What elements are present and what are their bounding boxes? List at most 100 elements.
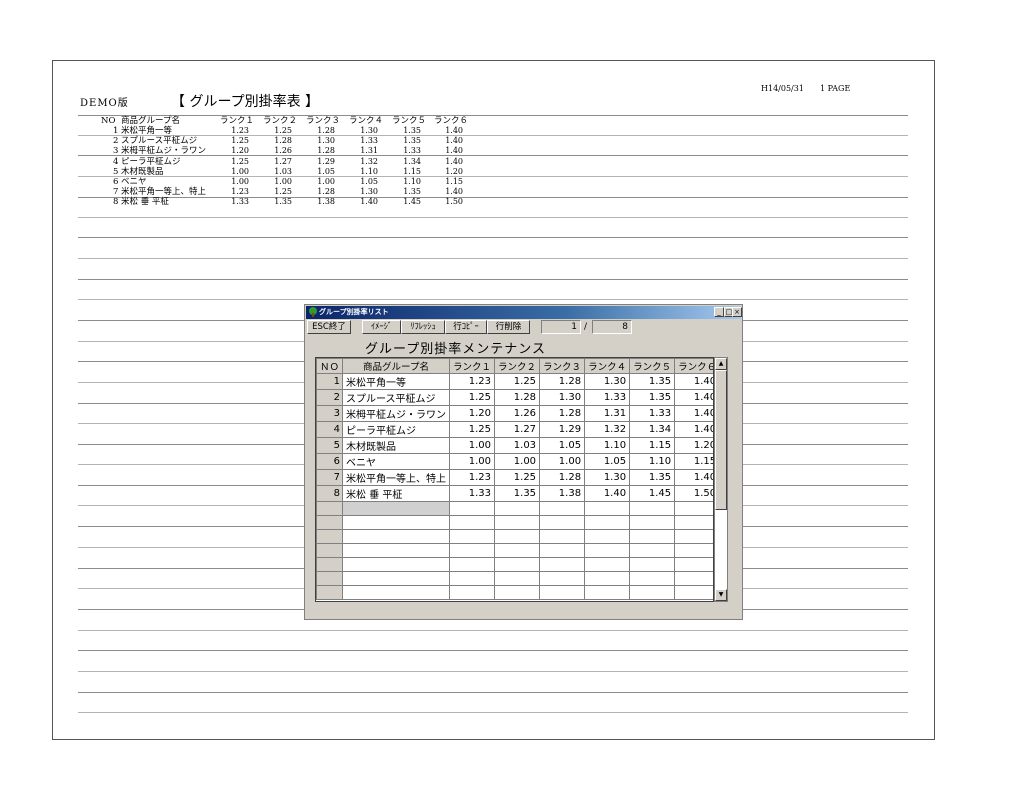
grid-empty-cell[interactable] <box>449 543 496 558</box>
minimize-button[interactable]: _ <box>714 307 724 317</box>
grid-cell-rank[interactable]: 1.25 <box>449 389 496 406</box>
scroll-thumb[interactable] <box>715 370 727 510</box>
current-page-field[interactable]: 1 <box>541 320 581 334</box>
grid-cell-rank[interactable]: 1.05 <box>539 437 586 454</box>
grid-empty-cell[interactable] <box>674 543 713 558</box>
grid-cell-rank[interactable]: 1.35 <box>629 389 676 406</box>
grid-empty-cell[interactable] <box>674 501 713 516</box>
grid-cell-rank[interactable]: 1.00 <box>494 453 541 470</box>
grid-empty-cell[interactable] <box>494 585 541 600</box>
grid-cell-name[interactable]: 米松 垂 平柾 <box>342 485 451 502</box>
grid-empty-cell[interactable] <box>342 585 451 600</box>
grid-empty-cell[interactable] <box>539 585 586 600</box>
grid-empty-cell[interactable] <box>316 543 344 558</box>
grid-empty-cell[interactable] <box>629 515 676 530</box>
grid-empty-cell[interactable] <box>584 585 631 600</box>
grid-cell-rank[interactable]: 1.20 <box>449 405 496 422</box>
grid-cell-rank[interactable]: 1.30 <box>584 373 631 390</box>
grid-cell-rank[interactable]: 1.40 <box>584 485 631 502</box>
grid-cell-name[interactable]: 米松平角一等上、特上 <box>342 469 451 486</box>
grid-header-no[interactable]: ＮＯ <box>316 358 344 374</box>
grid-empty-cell[interactable] <box>494 543 541 558</box>
grid-cell-rank[interactable]: 1.28 <box>539 405 586 422</box>
grid-cell-rank[interactable]: 1.10 <box>629 453 676 470</box>
grid-cell-rank[interactable]: 1.23 <box>449 373 496 390</box>
grid-cell-name[interactable]: ピーラ平柾ムジ <box>342 421 451 438</box>
grid-cell-rank[interactable]: 1.33 <box>629 405 676 422</box>
grid-cell-rank[interactable]: 1.33 <box>584 389 631 406</box>
grid-row-no[interactable]: 5 <box>316 437 344 454</box>
grid-empty-cell[interactable] <box>316 585 344 600</box>
grid-empty-cell[interactable] <box>584 557 631 572</box>
grid-empty-cell[interactable] <box>674 557 713 572</box>
grid-empty-row[interactable] <box>316 585 713 600</box>
grid-cell-rank[interactable]: 1.03 <box>494 437 541 454</box>
grid-cell-rank[interactable]: 1.26 <box>494 405 541 422</box>
grid-empty-cell[interactable] <box>494 571 541 586</box>
grid-cell-rank[interactable]: 1.15 <box>674 453 713 470</box>
grid-empty-cell[interactable] <box>539 571 586 586</box>
row-copy-button[interactable]: 行ｺﾋﾟｰ <box>445 320 487 334</box>
grid-header-rank[interactable]: ランク１ <box>449 358 496 374</box>
grid-empty-cell[interactable] <box>539 529 586 544</box>
grid-header-rank[interactable]: ランク２ <box>494 358 541 374</box>
grid-empty-cell[interactable] <box>342 557 451 572</box>
grid-empty-cell[interactable] <box>316 529 344 544</box>
grid-cell-rank[interactable]: 1.30 <box>584 469 631 486</box>
grid-row-no[interactable]: 2 <box>316 389 344 406</box>
grid-cell-rank[interactable]: 1.40 <box>674 421 713 438</box>
grid-empty-cell[interactable] <box>674 571 713 586</box>
grid-empty-cell[interactable] <box>674 529 713 544</box>
grid-empty-cell[interactable] <box>449 571 496 586</box>
grid-empty-cell[interactable] <box>449 529 496 544</box>
grid-empty-cell[interactable] <box>584 543 631 558</box>
grid-empty-row[interactable] <box>316 501 713 516</box>
grid-empty-cell[interactable] <box>584 515 631 530</box>
grid-header-rank[interactable]: ランク４ <box>584 358 631 374</box>
grid-empty-cell[interactable] <box>316 501 344 516</box>
grid-cell-rank[interactable]: 1.27 <box>494 421 541 438</box>
grid-row-no[interactable]: 7 <box>316 469 344 486</box>
grid-cell-rank[interactable]: 1.28 <box>494 389 541 406</box>
grid-cell-rank[interactable]: 1.15 <box>629 437 676 454</box>
grid-cell-name[interactable]: ベニヤ <box>342 453 451 470</box>
grid-empty-cell[interactable] <box>494 557 541 572</box>
scroll-up-icon[interactable]: ▲ <box>715 358 727 370</box>
grid-empty-cell[interactable] <box>629 529 676 544</box>
grid-empty-cell[interactable] <box>342 515 451 530</box>
grid-empty-cell[interactable] <box>584 571 631 586</box>
grid-header-name[interactable]: 商品グループ名 <box>342 358 451 374</box>
grid-cell-rank[interactable]: 1.29 <box>539 421 586 438</box>
grid-cell-rank[interactable]: 1.25 <box>494 469 541 486</box>
grid-cell-name[interactable]: 米松平角一等 <box>342 373 451 390</box>
vertical-scrollbar[interactable]: ▲ ▼ <box>714 357 728 602</box>
group-rate-list-window[interactable]: グループ別掛率リスト _ □ × ESC終了 ｲﾒｰｼﾞ ﾘﾌﾚｯｼｭ 行ｺﾋﾟ… <box>304 304 743 620</box>
grid-cell-rank[interactable]: 1.38 <box>539 485 586 502</box>
grid-cell-rank[interactable]: 1.40 <box>674 405 713 422</box>
grid-empty-row[interactable] <box>316 543 713 558</box>
grid-empty-cell[interactable] <box>629 585 676 600</box>
grid-empty-cell[interactable] <box>342 543 451 558</box>
refresh-button[interactable]: ﾘﾌﾚｯｼｭ <box>401 320 445 334</box>
grid-empty-cell[interactable] <box>316 515 344 530</box>
grid-cell-rank[interactable]: 1.35 <box>629 469 676 486</box>
grid-cell-rank[interactable]: 1.28 <box>539 469 586 486</box>
grid-cell-rank[interactable]: 1.45 <box>629 485 676 502</box>
grid-empty-cell[interactable] <box>629 571 676 586</box>
grid-cell-rank[interactable]: 1.35 <box>629 373 676 390</box>
grid-cell-name[interactable]: スプルース平柾ムジ <box>342 389 451 406</box>
grid-cell-name[interactable]: 木材既製品 <box>342 437 451 454</box>
grid-cell-rank[interactable]: 1.23 <box>449 469 496 486</box>
grid-cell-rank[interactable]: 1.00 <box>449 453 496 470</box>
grid-empty-cell[interactable] <box>539 515 586 530</box>
grid-empty-cell[interactable] <box>316 571 344 586</box>
grid-row-no[interactable]: 8 <box>316 485 344 502</box>
grid-cell-rank[interactable]: 1.05 <box>584 453 631 470</box>
grid-row[interactable]: 7 米松平角一等上、特上 1.23 1.25 1.28 1.30 1.35 1.40 <box>316 469 713 486</box>
grid-header-rank[interactable]: ランク３ <box>539 358 586 374</box>
grid-empty-row[interactable] <box>316 515 713 530</box>
grid-empty-cell[interactable] <box>539 501 586 516</box>
grid-empty-cell[interactable] <box>449 585 496 600</box>
rate-grid[interactable]: ＮＯ 商品グループ名 ランク１ ランク２ ランク３ ランク４ ランク５ ランク６ 1 米松平角一… <box>315 357 714 602</box>
grid-row[interactable]: 3 米栂平柾ムジ・ラワン 1.20 1.26 1.28 1.31 1.33 1.40 <box>316 405 713 422</box>
